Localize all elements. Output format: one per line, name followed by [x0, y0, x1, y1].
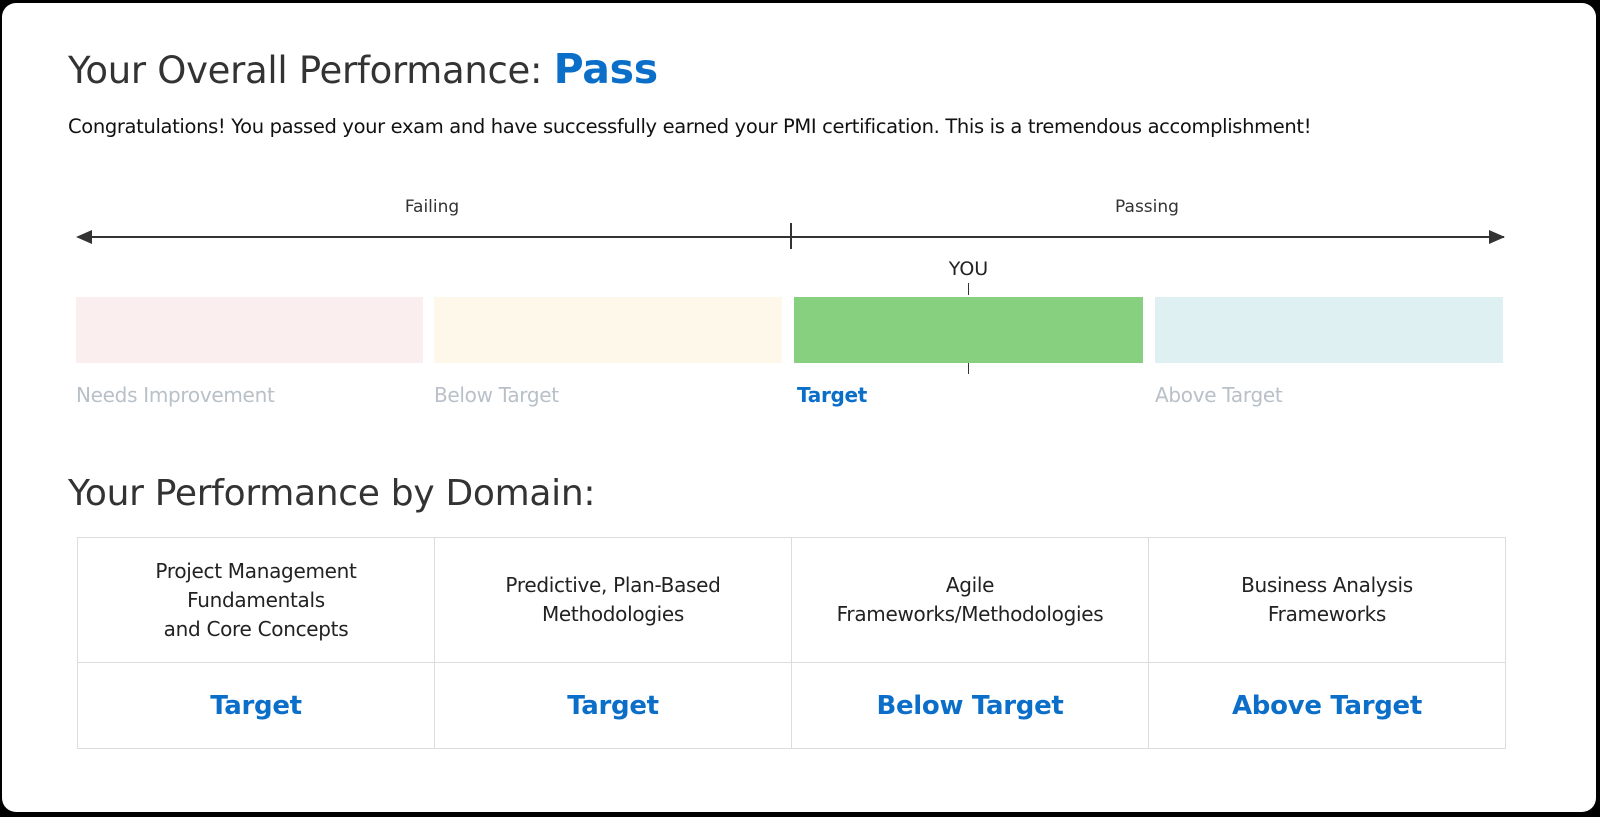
overall-result: Pass [553, 45, 659, 93]
band-label-below-target: Below Target [434, 383, 559, 407]
congratulations-message: Congratulations! You passed your exam an… [68, 115, 1312, 138]
you-marker-tick-top [967, 283, 970, 295]
band-target [794, 297, 1143, 363]
failing-label: Failing [404, 197, 460, 217]
band-needs-improvement [76, 297, 423, 363]
domain-header-cell: Project Management Fundamentals and Core… [77, 537, 435, 663]
band-above-target [1155, 297, 1503, 363]
domain-header-line: Methodologies [541, 602, 685, 626]
domain-section-title: Your Performance by Domain: [68, 473, 596, 514]
domain-header-line: Project Management [155, 558, 357, 583]
domain-header-line: Fundamentals [187, 587, 325, 612]
domain-rating-cell: Above Target [1148, 662, 1506, 749]
domain-header-line: and Core Concepts [163, 616, 349, 641]
domain-rating-cell: Target [77, 662, 435, 749]
domain-header-line: Business Analysis [1241, 573, 1413, 597]
domain-header-cell: Agile Frameworks/Methodologies [791, 537, 1149, 663]
passing-label: Passing [1115, 197, 1179, 217]
overall-performance-label: Your Overall Performance: [68, 49, 543, 92]
domain-rating-cell: Below Target [791, 662, 1149, 749]
domain-rating-cell: Target [434, 662, 792, 749]
you-marker-tick-bottom [967, 363, 970, 374]
overall-performance-title: Your Overall Performance: Pass [68, 45, 658, 93]
band-below-target [434, 297, 782, 363]
pass-threshold-tick [790, 223, 792, 249]
domain-header-line: Predictive, Plan-Based [505, 573, 721, 597]
band-label-above-target: Above Target [1155, 383, 1283, 407]
domain-header-row: Project Management Fundamentals and Core… [77, 537, 1506, 663]
arrow-left-icon [76, 230, 92, 244]
arrow-right-icon [1489, 230, 1505, 244]
domain-header-cell: Business Analysis Frameworks [1148, 537, 1506, 663]
domain-rating-row: Target Target Below Target Above Target [77, 662, 1506, 749]
domain-header-line: Frameworks/Methodologies [836, 602, 1104, 626]
domain-performance-table: Project Management Fundamentals and Core… [77, 537, 1506, 749]
domain-header-cell: Predictive, Plan-Based Methodologies [434, 537, 792, 663]
you-marker-label: YOU [948, 258, 989, 280]
band-label-needs-improvement: Needs Improvement [76, 383, 275, 407]
results-card: Your Overall Performance: Pass Congratul… [2, 3, 1596, 812]
domain-header-line: Agile [945, 573, 995, 597]
domain-header-line: Frameworks [1267, 602, 1387, 626]
band-label-target: Target [797, 383, 868, 407]
